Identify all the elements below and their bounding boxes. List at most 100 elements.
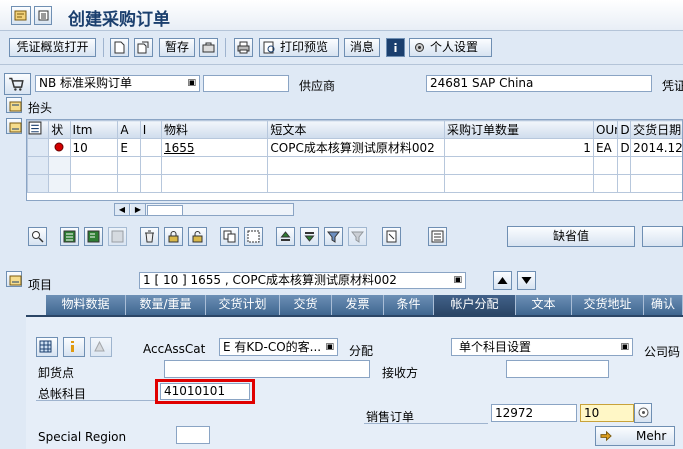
dropdown-icon: ▣ [187, 76, 196, 90]
cell-unit[interactable]: EA [593, 139, 617, 157]
col-item[interactable]: Itm [70, 121, 118, 139]
personal-settings-button[interactable]: 个人设置 [409, 38, 492, 57]
search-help-icon[interactable] [634, 403, 652, 423]
cell-item-cat[interactable] [140, 139, 161, 157]
item-detail-collapse-icon[interactable] [6, 271, 22, 287]
more-label: Mehr [636, 428, 666, 445]
table-row[interactable]: 10 E 1655 COPC成本核算测试原材料002 1 EA D 2014.1… [28, 139, 683, 157]
hold-button[interactable]: 暂存 [159, 38, 195, 57]
settings-icon [413, 41, 426, 54]
sort-ascending-icon[interactable] [276, 227, 295, 246]
scroll-right-icon[interactable]: ▶ [131, 204, 146, 215]
select-all-rows-icon[interactable] [60, 227, 79, 246]
more-button[interactable]: Mehr [595, 426, 675, 446]
tab-confirmations[interactable]: 确认 [644, 295, 683, 315]
messages-button[interactable]: 消息 [344, 38, 380, 57]
recipient-field[interactable] [506, 360, 609, 378]
col-quantity[interactable]: 采购订单数量 [445, 121, 594, 139]
cell-d[interactable]: D [618, 139, 631, 157]
cell-material[interactable]: 1655 [162, 139, 268, 157]
tab-account-assignment[interactable]: 帐户分配 [434, 295, 516, 315]
sales-order-item-field[interactable]: 10 [580, 404, 634, 422]
header-expand-icon[interactable] [6, 97, 22, 113]
personal-settings-label: 个人设置 [430, 39, 478, 56]
tab-conditions[interactable]: 条件 [384, 295, 434, 315]
item-selector-dropdown[interactable]: 1 [ 10 ] 1655 , COPC成本核算测试原材料002 ▣ [139, 272, 466, 289]
account-settings-icon[interactable] [90, 337, 112, 357]
cell-acct-cat[interactable]: E [118, 139, 140, 157]
flag-icon[interactable] [382, 227, 401, 246]
layout-icon[interactable] [428, 227, 447, 246]
copy-row-icon[interactable] [108, 227, 127, 246]
sort-descending-icon[interactable] [300, 227, 319, 246]
supplier-field[interactable]: 24681 SAP China [426, 75, 652, 92]
menu-icon[interactable] [11, 6, 31, 25]
col-acct-cat[interactable]: A [118, 121, 140, 139]
paste-icon[interactable] [244, 227, 263, 246]
select-all-icon[interactable] [28, 121, 49, 139]
info-icon[interactable] [386, 38, 405, 57]
tab-texts[interactable]: 文本 [516, 295, 572, 315]
other-document-icon[interactable] [134, 38, 153, 57]
accasscat-label: AccAssCat [143, 342, 205, 356]
items-table: 状 Itm A I 物料 短文本 采购订单数量 OUn D 交货日期 10 E … [27, 120, 683, 193]
lock-icon[interactable] [164, 227, 183, 246]
table-row[interactable] [28, 157, 683, 175]
next-item-icon[interactable] [517, 271, 536, 290]
col-unit[interactable]: OUn [593, 121, 617, 139]
tab-material-data[interactable]: 物料数据 [46, 295, 126, 315]
col-item-cat[interactable]: I [140, 121, 161, 139]
distribution-value: 单个科目设置 [455, 340, 531, 354]
col-status[interactable]: 状 [49, 121, 70, 139]
more-functions-button[interactable] [642, 226, 683, 247]
new-document-icon[interactable] [110, 38, 129, 57]
document-overview-button[interactable]: 凭证概览打开 [9, 38, 96, 57]
deselect-all-icon[interactable] [84, 227, 103, 246]
cell-short-text[interactable]: COPC成本核算测试原材料002 [268, 139, 445, 157]
table-header-row: 状 Itm A I 物料 短文本 采购订单数量 OUn D 交货日期 [28, 121, 683, 139]
sales-order-field[interactable]: 12972 [491, 404, 577, 422]
cell-quantity[interactable]: 1 [445, 139, 594, 157]
tab-delivery-address[interactable]: 交货地址 [572, 295, 644, 315]
shopping-cart-icon[interactable] [4, 73, 31, 95]
gl-account-field[interactable]: 41010101 [160, 383, 250, 400]
col-short-text[interactable]: 短文本 [268, 121, 445, 139]
scroll-thumb[interactable] [147, 205, 183, 216]
order-type-dropdown[interactable]: NB 标准采购订单 ▣ [35, 75, 200, 92]
accasscat-dropdown[interactable]: E 有KD-CO的客... ▣ [219, 338, 338, 356]
copy-icon[interactable] [220, 227, 239, 246]
recipient-label: 接收方 [382, 364, 418, 381]
default-values-button[interactable]: 缺省值 [507, 226, 635, 247]
tab-invoice[interactable]: 发票 [332, 295, 384, 315]
filter-settings-icon[interactable] [348, 227, 367, 246]
item-overview-collapse-icon[interactable] [6, 118, 22, 134]
table-scrollbar[interactable]: ◀ ▶ [114, 203, 294, 216]
delete-icon[interactable] [140, 227, 159, 246]
col-material[interactable]: 物料 [162, 121, 268, 139]
accasscat-value: E 有KD-CO的客... [223, 340, 321, 354]
scroll-left-icon[interactable]: ◀ [115, 204, 130, 215]
menu-dropdown-icon[interactable] [34, 6, 52, 25]
col-d[interactable]: D [618, 121, 631, 139]
filter-icon[interactable] [324, 227, 343, 246]
po-number-field[interactable] [203, 75, 289, 92]
tab-quantity-weight[interactable]: 数量/重量 [126, 295, 206, 315]
unloading-point-field[interactable] [164, 360, 370, 378]
special-region-label: Special Region [38, 430, 126, 444]
special-region-field[interactable] [176, 426, 210, 444]
print-icon[interactable] [234, 38, 253, 57]
cell-delivery-date[interactable]: 2014.12.04 [631, 139, 683, 157]
table-row[interactable] [28, 175, 683, 193]
multiple-account-icon[interactable] [36, 337, 58, 357]
unlock-icon[interactable] [188, 227, 207, 246]
cell-item[interactable]: 10 [70, 139, 118, 157]
tab-delivery[interactable]: 交货 [280, 295, 332, 315]
check-icon[interactable] [199, 38, 218, 57]
print-preview-button[interactable]: 打印预览 [259, 38, 339, 57]
single-account-icon[interactable] [63, 337, 85, 357]
col-delivery-date[interactable]: 交货日期 [631, 121, 683, 139]
previous-item-icon[interactable] [493, 271, 512, 290]
tab-delivery-schedule[interactable]: 交货计划 [206, 295, 280, 315]
distribution-dropdown[interactable]: 单个科目设置 ▣ [451, 338, 633, 356]
details-icon[interactable] [28, 227, 47, 246]
